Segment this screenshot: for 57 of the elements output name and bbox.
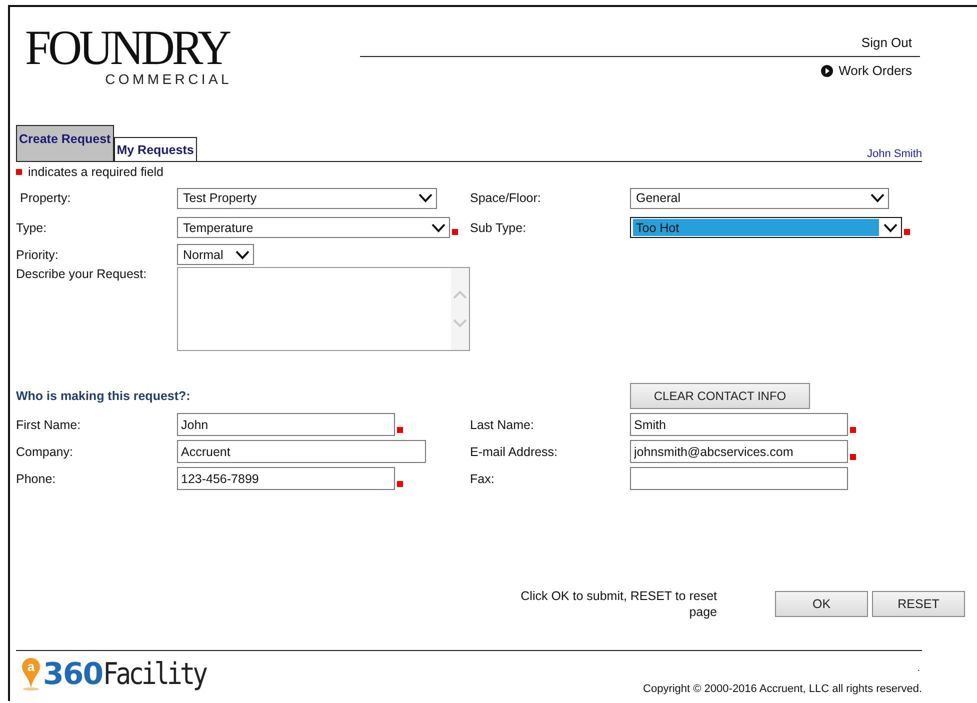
map-pin-icon <box>20 657 42 691</box>
logo-subtitle: COMMERCIAL <box>105 71 232 87</box>
text-field[interactable]: johnsmith@abcservices.com <box>630 440 848 463</box>
required-marker-icon <box>397 481 403 487</box>
chevron-down-icon <box>235 250 250 260</box>
copyright-text: Copyright © 2000-2016 Accruent, LLC all rights reserved. <box>643 683 922 695</box>
field-label: Company: <box>16 444 74 458</box>
field-label: Space/Floor: <box>470 191 542 205</box>
chevron-down-icon <box>870 193 885 203</box>
chevron-down-icon <box>418 193 433 203</box>
tab[interactable]: Create Request <box>16 125 114 161</box>
required-marker-icon <box>850 427 856 433</box>
required-marker-icon <box>452 229 458 235</box>
work-orders-link[interactable]: Work Orders <box>820 63 912 78</box>
text-field[interactable]: John <box>177 413 395 436</box>
request-text-area[interactable] <box>177 267 470 351</box>
clear-contact-button[interactable]: CLEAR CONTACT INFO <box>630 383 810 409</box>
required-marker-icon <box>904 229 910 235</box>
logo-text: FOUNDRY <box>25 24 229 72</box>
logo-text: Facility <box>102 659 205 691</box>
chevron-down-icon <box>431 222 446 232</box>
reset-button[interactable]: RESET <box>872 591 965 617</box>
text-field[interactable] <box>630 467 848 490</box>
required-note: indicates a required field <box>28 165 164 179</box>
tab[interactable]: My Requests <box>114 137 197 161</box>
text-field[interactable]: Accruent <box>177 440 426 463</box>
required-marker-icon <box>397 427 403 433</box>
field-label: Type: <box>16 220 48 234</box>
field-label: Priority: <box>16 248 60 262</box>
text-field[interactable]: 123-456-7899 <box>177 467 395 490</box>
sign-out-link[interactable]: Sign Out <box>861 35 912 50</box>
submit-hint: Click OK to submit, RESET to reset page <box>520 588 717 620</box>
dropdown[interactable]: General <box>630 188 889 208</box>
field-label: Phone: <box>16 472 57 486</box>
field-label: Describe your Request: <box>16 267 148 281</box>
logo-letter: a <box>26 660 36 674</box>
dropdown[interactable]: Normal <box>177 244 254 265</box>
user-link[interactable]: John Smith <box>866 148 922 161</box>
dot-mark: . <box>917 663 920 674</box>
scrollbar[interactable] <box>451 268 469 350</box>
field-label: E-mail Address: <box>470 444 559 458</box>
section-heading: Who is making this request?: <box>16 389 192 403</box>
field-label: Fax: <box>470 472 496 486</box>
logo-number: 360 <box>43 659 103 691</box>
required-marker-icon <box>16 169 22 175</box>
dropdown[interactable]: Test Property <box>177 188 437 208</box>
required-marker-icon <box>850 454 856 460</box>
chevron-down-icon <box>883 222 898 232</box>
field-label: Last Name: <box>470 418 535 432</box>
field-label: Property: <box>19 191 72 205</box>
ok-button[interactable]: OK <box>775 591 868 617</box>
dropdown[interactable]: Temperature <box>177 217 450 238</box>
text-field[interactable]: Smith <box>630 413 848 436</box>
play-circle-icon <box>820 64 833 76</box>
field-label: Sub Type: <box>470 220 528 234</box>
field-label: First Name: <box>16 418 82 432</box>
dropdown[interactable]: Too Hot <box>630 217 902 238</box>
